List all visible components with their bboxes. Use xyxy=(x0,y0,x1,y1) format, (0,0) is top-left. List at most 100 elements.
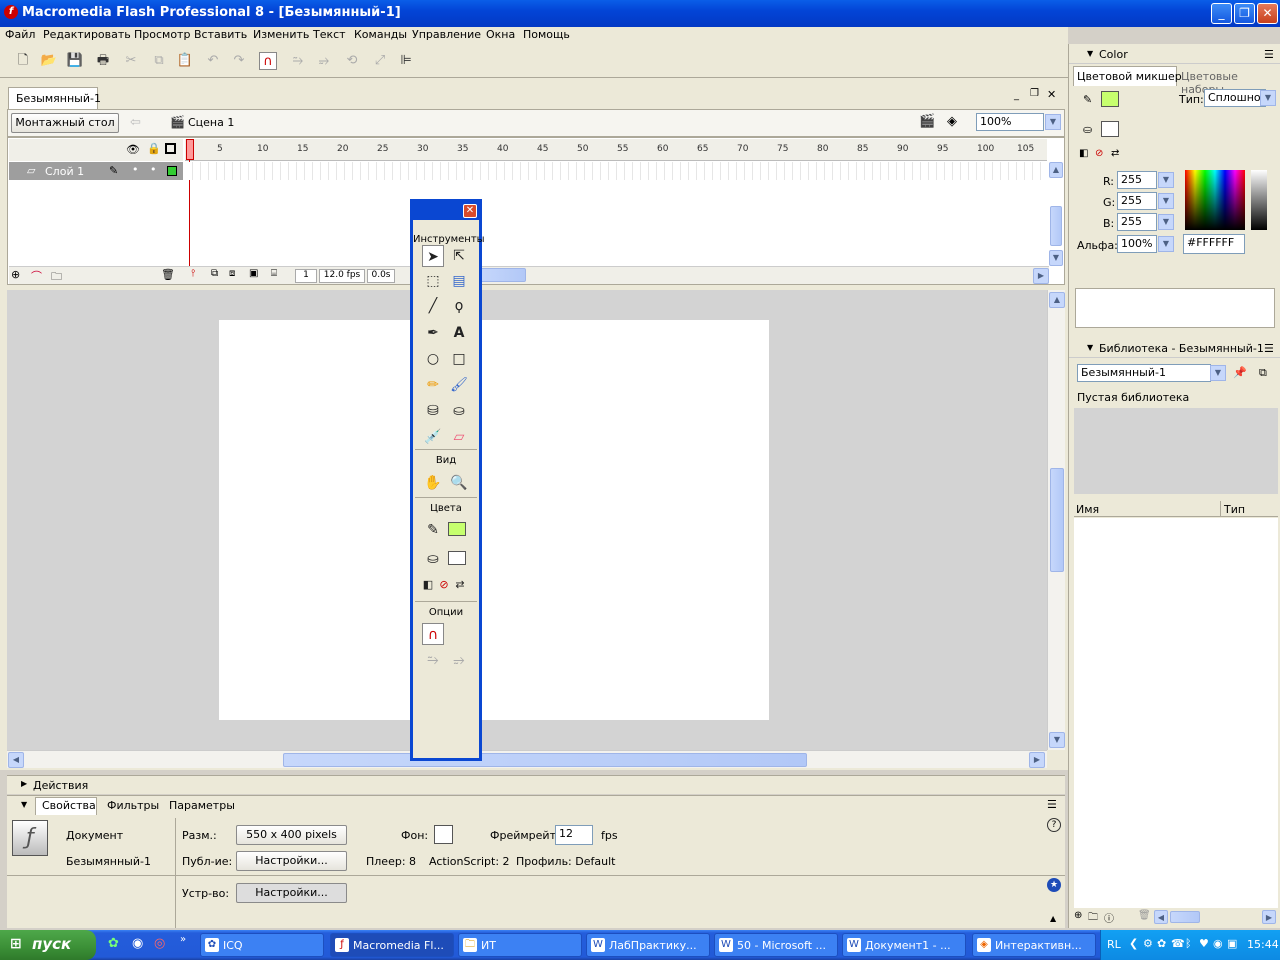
insert-layer-icon[interactable]: ⊕ xyxy=(11,268,20,281)
green-input[interactable]: 255 xyxy=(1117,192,1157,210)
redo-icon[interactable]: ↷ xyxy=(230,52,248,70)
timeline-vscroll[interactable]: ▲ ▼ xyxy=(1049,162,1063,266)
tray-icon-6[interactable]: ◉ xyxy=(1213,937,1223,950)
mixer-stroke-swatch[interactable] xyxy=(1101,91,1119,107)
rectangle-tool-icon[interactable]: □ xyxy=(448,348,470,370)
task-word-1[interactable]: W ЛабПрактику... xyxy=(586,933,710,957)
red-dropdown-icon[interactable]: ▼ xyxy=(1158,172,1174,188)
doc-restore-icon[interactable]: ❐ xyxy=(1030,88,1039,99)
task-word-3[interactable]: W Документ1 - ... xyxy=(842,933,966,957)
timeline-scroll-right-icon[interactable]: ▶ xyxy=(1033,268,1049,284)
brightness-slider[interactable] xyxy=(1251,170,1267,230)
lock-icon[interactable]: 🔒 xyxy=(147,142,161,155)
scale-icon[interactable]: ⤢ xyxy=(371,52,389,70)
line-tool-icon[interactable]: ╱ xyxy=(422,295,444,317)
timeline-toggle-button[interactable]: Монтажный стол xyxy=(11,113,119,133)
icq-quicklaunch-icon[interactable]: ✿ xyxy=(108,936,119,951)
panel-options-icon[interactable]: ☰ xyxy=(1264,342,1274,355)
scene-label[interactable]: Сцена 1 xyxy=(188,116,234,129)
pen-tool-icon[interactable]: ✒ xyxy=(422,322,444,344)
center-frame-icon[interactable]: ⫯ xyxy=(191,268,195,279)
tray-icon-5[interactable]: ♥ xyxy=(1199,937,1209,950)
ink-bottle-icon[interactable]: ⛁ xyxy=(422,400,444,422)
lasso-tool-icon[interactable]: ϙ xyxy=(448,295,470,317)
menu-modify[interactable]: Изменить xyxy=(253,28,309,41)
snap-to-objects-icon[interactable]: ∩ xyxy=(422,623,444,645)
copy-icon[interactable]: ⧉ xyxy=(150,52,168,70)
library-scroll-right-icon[interactable]: ▶ xyxy=(1262,910,1276,924)
minimize-button[interactable]: _ xyxy=(1211,3,1232,24)
rotate-icon[interactable]: ⟲ xyxy=(343,52,361,70)
size-button[interactable]: 550 x 400 pixels xyxy=(236,825,347,845)
doc-close-icon[interactable]: ✕ xyxy=(1047,88,1056,101)
hand-tool-icon[interactable]: ✋ xyxy=(422,472,444,494)
fill-type-dropdown-icon[interactable]: ▼ xyxy=(1260,90,1276,106)
edit-frames-icon[interactable]: ▣ xyxy=(249,268,258,279)
browser-quicklaunch-icon[interactable]: ◉ xyxy=(132,936,143,951)
stage-vscroll[interactable]: ▲ ▼ xyxy=(1047,290,1065,750)
playhead[interactable] xyxy=(186,139,194,160)
menu-insert[interactable]: Вставить xyxy=(194,28,247,41)
open-folder-icon[interactable]: 📂 xyxy=(40,52,58,70)
insert-folder-icon[interactable]: 🗀 xyxy=(51,268,62,287)
maximize-button[interactable]: ❐ xyxy=(1234,3,1255,24)
tray-icon-4[interactable]: ☎ xyxy=(1171,937,1185,950)
col-type[interactable]: Тип xyxy=(1224,503,1245,516)
cut-icon[interactable]: ✂ xyxy=(122,52,140,70)
col-name[interactable]: Имя xyxy=(1076,503,1099,516)
swap-colors-icon[interactable]: ⇄ xyxy=(1111,148,1119,159)
green-dropdown-icon[interactable]: ▼ xyxy=(1158,193,1174,209)
eye-icon[interactable]: 👁 xyxy=(126,143,140,156)
menu-window[interactable]: Окна xyxy=(486,28,515,41)
collapse-arrow-icon[interactable]: ▼ xyxy=(21,800,27,809)
swap-colors-icon[interactable]: ⇄ xyxy=(449,574,471,596)
gradient-transform-icon[interactable]: ▤ xyxy=(448,270,470,292)
library-scroll-left-icon[interactable]: ◀ xyxy=(1154,910,1168,924)
task-folder[interactable]: 🗀 ИТ xyxy=(458,933,582,957)
library-panel-header[interactable]: ▼ Библиотека - Безымянный-1 ☰ xyxy=(1069,340,1280,358)
library-dropdown-icon[interactable]: ▼ xyxy=(1210,365,1226,381)
new-library-panel-icon[interactable]: ⧉ xyxy=(1259,366,1267,380)
panel-options-icon[interactable]: ☰ xyxy=(1264,48,1274,61)
stage-canvas[interactable] xyxy=(219,320,769,720)
collapse-up-icon[interactable]: ▲ xyxy=(1050,914,1056,923)
library-hscroll-thumb[interactable] xyxy=(1170,911,1200,923)
stage-scroll-down-icon[interactable]: ▼ xyxy=(1049,732,1065,748)
tab-parameters[interactable]: Параметры xyxy=(169,799,235,812)
timeline-hscroll-thumb[interactable] xyxy=(478,268,526,282)
pin-library-icon[interactable]: 📌 xyxy=(1233,366,1247,379)
tab-color-mixer[interactable]: Цветовой микшер xyxy=(1077,70,1182,83)
new-folder-icon[interactable]: 🗀 xyxy=(1088,910,1098,927)
new-symbol-icon[interactable]: ⊕ xyxy=(1074,910,1082,921)
scroll-thumb[interactable] xyxy=(1050,206,1062,246)
onion-markers-icon[interactable]: ⌸ xyxy=(271,268,277,279)
task-word-2[interactable]: W 50 - Microsoft ... xyxy=(714,933,838,957)
layer-lock-dot[interactable]: • xyxy=(150,163,157,176)
align-icon[interactable]: ⊫ xyxy=(397,52,415,70)
tray-icon-3[interactable]: ✿ xyxy=(1157,937,1166,950)
outline-icon[interactable] xyxy=(165,143,176,154)
doc-minimize-icon[interactable]: _ xyxy=(1014,90,1019,101)
paste-icon[interactable]: 📋 xyxy=(176,52,194,70)
smooth-icon[interactable]: ⥲ xyxy=(289,52,307,70)
edit-symbol-icon[interactable]: ◈ xyxy=(947,114,957,129)
blue-input[interactable]: 255 xyxy=(1117,213,1157,231)
oval-tool-icon[interactable]: ○ xyxy=(422,348,444,370)
paint-bucket-icon[interactable]: ⛀ xyxy=(448,400,470,422)
straighten-icon[interactable]: ⥴ xyxy=(315,52,333,70)
more-quicklaunch-icon[interactable]: » xyxy=(180,934,186,945)
zoom-input[interactable]: 100% xyxy=(976,113,1044,131)
no-color-icon[interactable]: ⊘ xyxy=(1095,148,1103,159)
print-icon[interactable]: 🖶 xyxy=(94,52,112,70)
task-icq[interactable]: ✿ ICQ xyxy=(200,933,324,957)
accessibility-icon[interactable]: ★ xyxy=(1047,878,1061,892)
blue-dropdown-icon[interactable]: ▼ xyxy=(1158,214,1174,230)
red-input[interactable]: 255 xyxy=(1117,171,1157,189)
tab-properties[interactable]: Свойства xyxy=(42,799,96,812)
language-indicator[interactable]: RL xyxy=(1107,938,1121,951)
eyedropper-icon[interactable]: 💉 xyxy=(422,426,444,448)
library-select[interactable]: Безымянный-1 xyxy=(1077,364,1211,382)
help-icon[interactable]: ? xyxy=(1047,818,1061,832)
stroke-color-swatch[interactable] xyxy=(448,522,466,536)
free-transform-icon[interactable]: ⬚ xyxy=(422,270,444,292)
